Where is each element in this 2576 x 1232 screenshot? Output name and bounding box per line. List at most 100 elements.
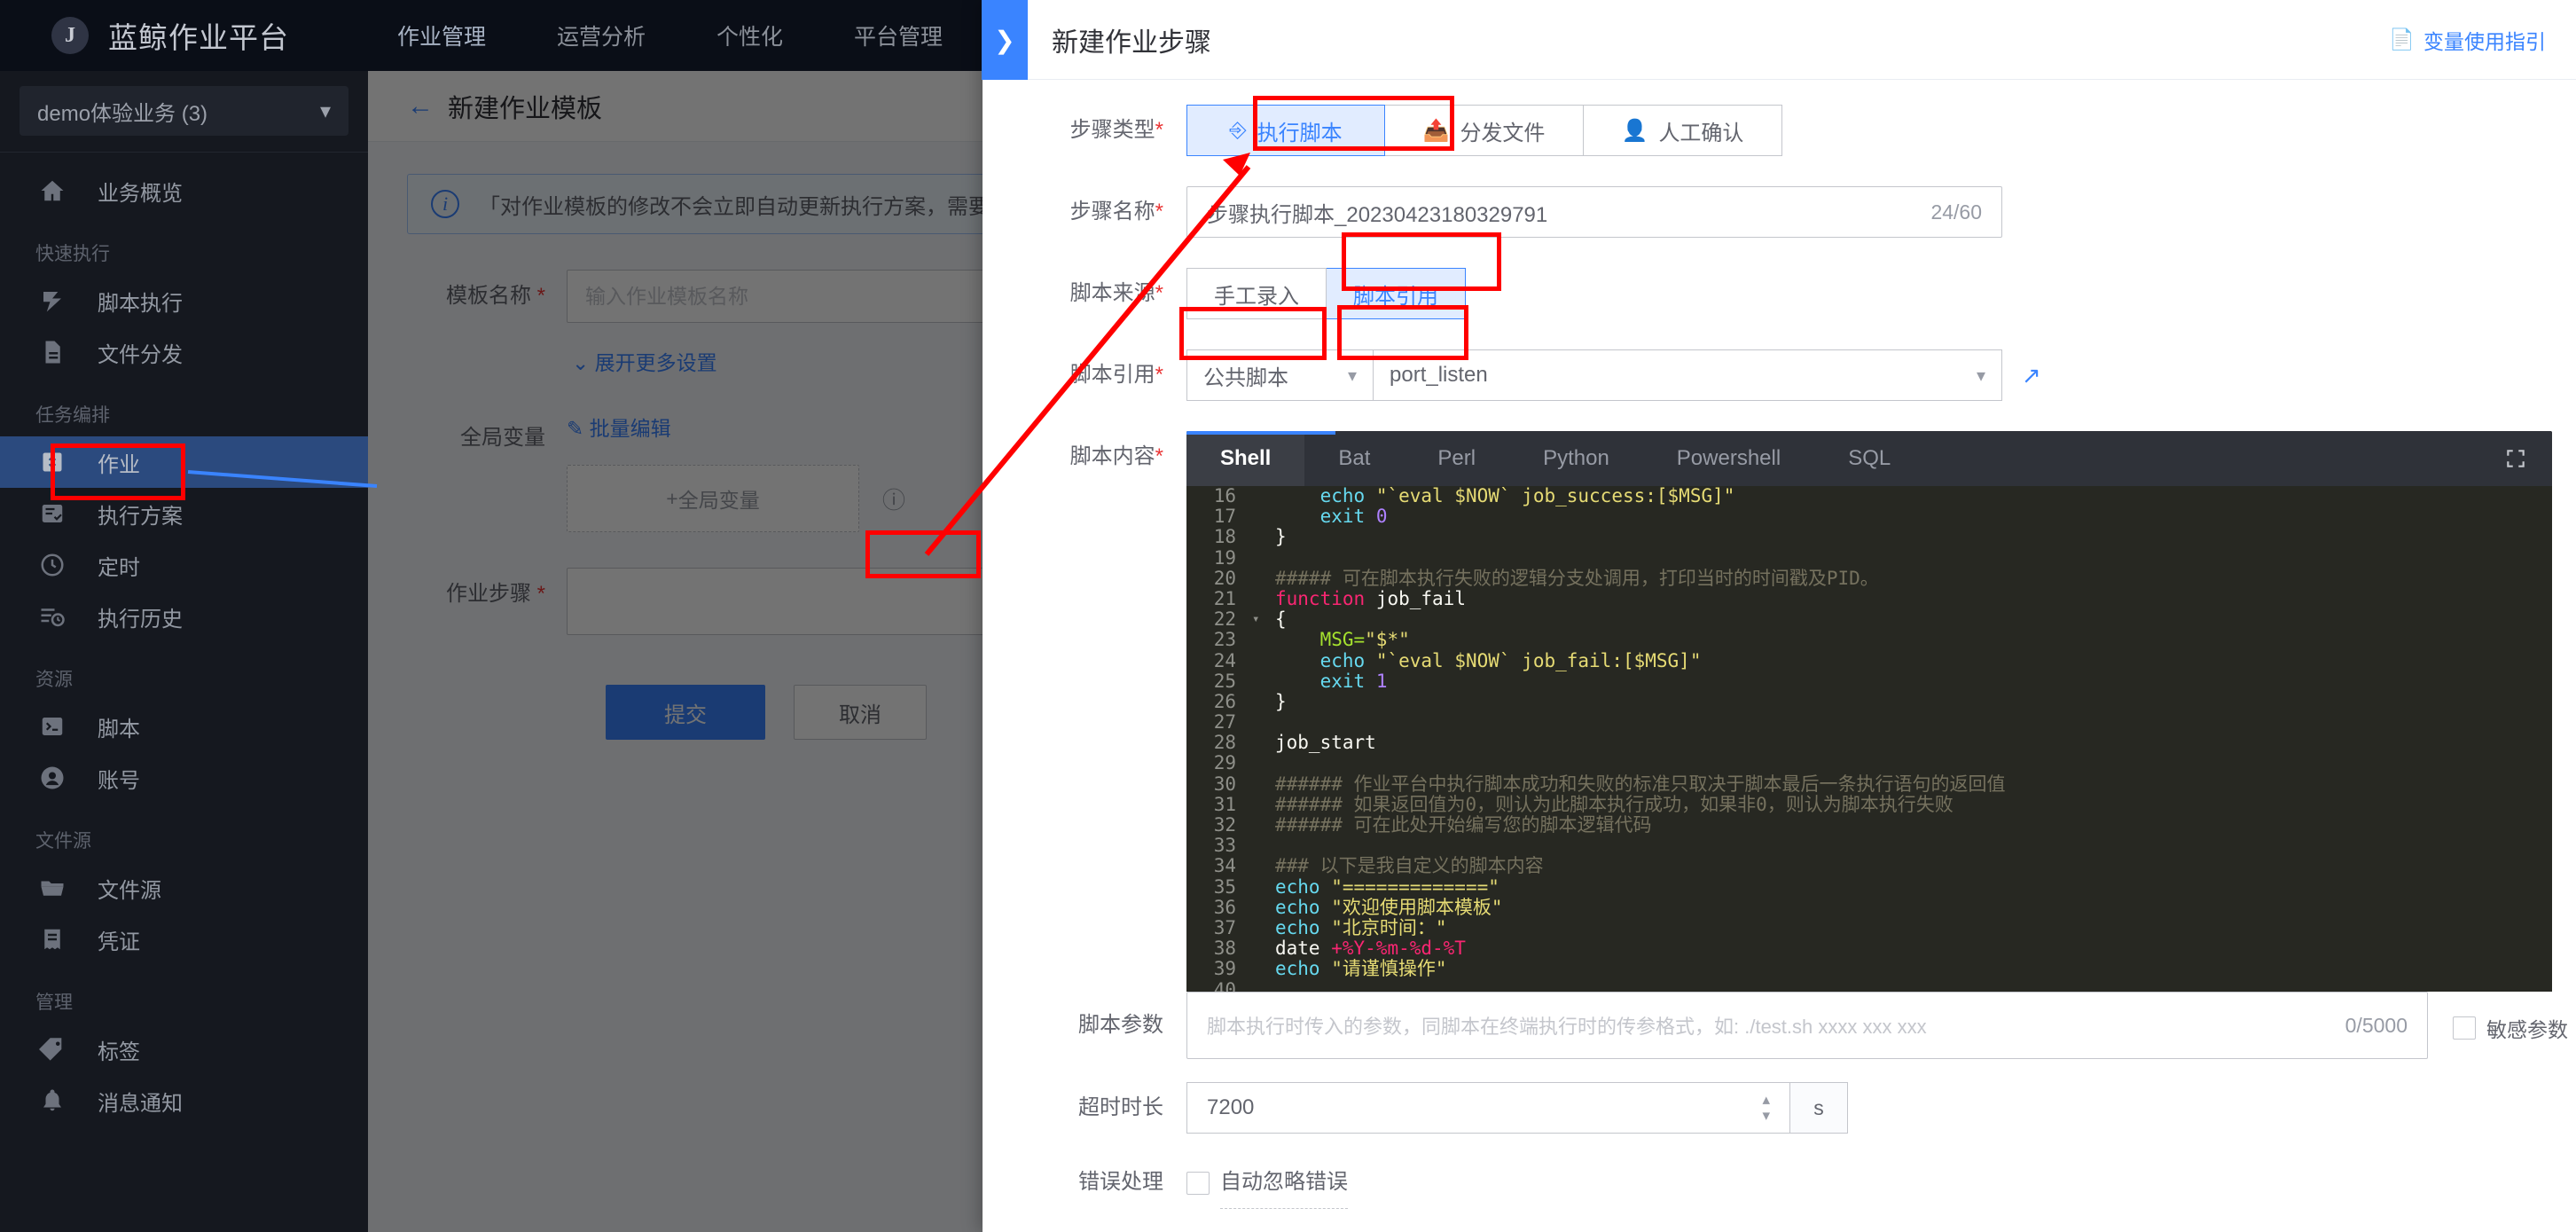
logo-area[interactable]: J 蓝鲸作业平台	[0, 14, 368, 57]
ticket-icon	[37, 924, 67, 954]
code-fold-icon[interactable]	[1252, 527, 1266, 547]
code-line: 29	[1186, 753, 2552, 774]
code-fold-icon[interactable]	[1252, 898, 1266, 918]
step-type-option-manual-confirm[interactable]: 👤 人工确认	[1584, 105, 1782, 156]
code-fold-icon[interactable]	[1252, 671, 1266, 692]
script-name-select[interactable]: port_listen ▾	[1373, 349, 2002, 401]
help-icon[interactable]: ⓘ	[882, 483, 905, 515]
code-fold-icon[interactable]	[1252, 569, 1266, 589]
job-step-label: 作业步骤 *	[445, 582, 545, 606]
code-line: 28 job_start	[1186, 733, 2552, 754]
topnav-item-job-management[interactable]: 作业管理	[397, 20, 486, 51]
slider-collapse-handle[interactable]: ❯	[982, 0, 1028, 80]
script-source-option-manual[interactable]: 手工录入	[1186, 268, 1327, 319]
step-type-option-execute-script[interactable]: ⎆ 执行脚本	[1186, 105, 1385, 156]
code-fold-icon[interactable]	[1252, 836, 1266, 856]
script-params-placeholder: 脚本执行时传入的参数，同脚本在终端执行时的传参格式，如: ./test.sh x…	[1207, 1016, 1927, 1038]
code-fold-icon[interactable]	[1252, 692, 1266, 712]
terminal-icon	[37, 711, 67, 742]
lang-tab-perl[interactable]: Perl	[1404, 431, 1509, 486]
script-scope-select[interactable]: 公共脚本 ▾	[1186, 349, 1373, 401]
business-selector[interactable]: demo体验业务 (3) ▾	[20, 86, 348, 136]
sidebar-item-exec-history[interactable]: 执行历史	[0, 591, 368, 642]
code-fold-icon[interactable]	[1252, 918, 1266, 938]
sidebar-item-file-source[interactable]: 文件源	[0, 862, 368, 914]
sidebar-item-account[interactable]: 账号	[0, 752, 368, 804]
sidebar-item-script-exec[interactable]: 脚本执行	[0, 275, 368, 326]
topnav-item-platform-management[interactable]: 平台管理	[854, 20, 943, 51]
history-icon	[37, 601, 67, 632]
code-fold-icon[interactable]	[1252, 877, 1266, 898]
code-line: 19	[1186, 547, 2552, 569]
script-params-input[interactable]: 脚本执行时传入的参数，同脚本在终端执行时的传参格式，如: ./test.sh x…	[1186, 992, 2428, 1059]
external-link-icon[interactable]: ↗	[2022, 349, 2041, 401]
sidebar-item-notification[interactable]: 消息通知	[0, 1075, 368, 1126]
code-fold-icon[interactable]	[1252, 733, 1266, 753]
code-line-text: exit 0	[1319, 506, 1388, 528]
lang-tab-shell[interactable]: Shell	[1186, 431, 1305, 486]
code-fold-icon[interactable]	[1252, 506, 1266, 527]
add-global-var-button[interactable]: + 全局变量	[567, 465, 859, 532]
step-name-row: 步骤名称* 步骤执行脚本_20230423180329791 24/60	[983, 186, 2576, 238]
code-fold-icon[interactable]	[1252, 753, 1266, 773]
sidebar-item-script[interactable]: 脚本	[0, 701, 368, 752]
code-line: 38 date +%Y-%m-%d-%T	[1186, 938, 2552, 960]
brand-logo-icon: J	[51, 17, 89, 54]
code-fold-icon[interactable]	[1252, 651, 1266, 671]
variable-guide-link[interactable]: 📄 变量使用指引	[2389, 25, 2546, 55]
code-fold-icon[interactable]	[1252, 856, 1266, 876]
timeout-input[interactable]: 7200 ▴ ▾	[1186, 1082, 1789, 1134]
script-source-row: 脚本来源* 手工录入 脚本引用	[983, 268, 2576, 319]
lang-tab-powershell[interactable]: Powershell	[1643, 431, 1814, 486]
sidebar-item-label: 凭证	[98, 930, 140, 954]
batch-edit-link[interactable]: ✎ 批量编辑	[567, 412, 905, 442]
code-fold-icon[interactable]	[1252, 712, 1266, 733]
sidebar-item-tag[interactable]: 标签	[0, 1024, 368, 1075]
sidebar-item-file-distribute[interactable]: 文件分发	[0, 326, 368, 378]
lang-tab-sql[interactable]: SQL	[1814, 431, 1924, 486]
script-source-label: 脚本来源*	[1069, 281, 1163, 305]
step-type-option-distribute-file[interactable]: 📤 分发文件	[1385, 105, 1584, 156]
code-fold-icon[interactable]	[1252, 815, 1266, 836]
code-fold-icon[interactable]	[1252, 486, 1266, 506]
code-fold-icon[interactable]	[1252, 589, 1266, 609]
auto-ignore-error-checkbox[interactable]: 自动忽略错误	[1186, 1157, 1348, 1209]
cancel-button[interactable]: 取消	[794, 685, 927, 740]
code-fold-icon[interactable]	[1252, 548, 1266, 569]
sidebar-item-job[interactable]: 作业	[0, 436, 368, 488]
sidebar-item-cron[interactable]: 定时	[0, 539, 368, 591]
code-line-number: 29	[1186, 753, 1252, 774]
step-name-input[interactable]: 步骤执行脚本_20230423180329791 24/60	[1186, 186, 2002, 238]
lang-tab-bat[interactable]: Bat	[1304, 431, 1404, 486]
sidebar-item-credential[interactable]: 凭证	[0, 914, 368, 965]
code-fold-icon[interactable]	[1252, 980, 1266, 993]
topnav-item-ops-analysis[interactable]: 运营分析	[557, 20, 646, 51]
code-content[interactable]: 16 echo "`eval $NOW` job_success:[$MSG]"…	[1186, 486, 2552, 992]
code-line-text: ###### 作业平台中执行脚本成功和失败的标准只取决于脚本最后一条执行语句的返…	[1275, 773, 2006, 795]
lang-tab-python[interactable]: Python	[1509, 431, 1643, 486]
code-fold-icon[interactable]	[1252, 795, 1266, 815]
timeout-row: 超时时长 7200 ▴ ▾ s	[983, 1082, 2576, 1134]
code-fold-icon[interactable]	[1252, 630, 1266, 650]
topnav-item-personalization[interactable]: 个性化	[716, 20, 783, 51]
script-source-option-reference[interactable]: 脚本引用	[1327, 268, 1466, 319]
lightning-icon	[37, 286, 67, 316]
code-line: 35 echo "============="	[1186, 876, 2552, 898]
code-fold-icon[interactable]: ▾	[1252, 609, 1266, 630]
sidebar-item-overview[interactable]: 业务概览	[0, 165, 368, 216]
new-job-step-slider: ❯ 新建作业步骤 📄 变量使用指引 步骤类型* ⎆ 执行脚本 📤 分发文件 👤 …	[982, 0, 2576, 1232]
sensitive-params-label: 敏感参数	[2486, 1018, 2568, 1041]
code-fold-icon[interactable]	[1252, 938, 1266, 959]
stepper-arrows[interactable]: ▴ ▾	[1762, 1092, 1770, 1124]
code-fold-icon[interactable]	[1252, 959, 1266, 979]
code-fold-icon[interactable]	[1252, 774, 1266, 795]
sensitive-params-checkbox[interactable]: 敏感参数	[2453, 1013, 2568, 1043]
submit-button[interactable]: 提交	[606, 685, 765, 740]
sidebar-item-exec-plan[interactable]: 执行方案	[0, 488, 368, 539]
back-arrow-icon[interactable]: ←	[407, 91, 434, 122]
fullscreen-icon[interactable]	[2504, 431, 2527, 486]
step-type-label: 步骤类型*	[1069, 118, 1163, 142]
template-name-label: 模板名称 *	[445, 284, 545, 308]
